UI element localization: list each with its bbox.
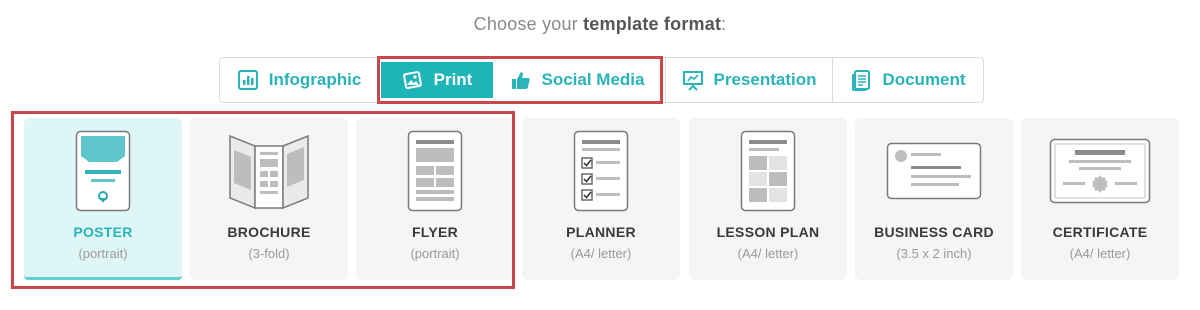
tab-presentation[interactable]: Presentation <box>665 58 832 102</box>
card-lesson-plan[interactable]: LESSON PLAN (A4/ letter) <box>689 118 847 280</box>
card-poster[interactable]: POSTER (portrait) <box>24 118 182 280</box>
card-subtitle: (3.5 x 2 inch) <box>896 246 972 261</box>
card-subtitle: (portrait) <box>410 246 460 261</box>
format-tabs: Infographic Print Social Media Presentat… <box>219 57 984 103</box>
tab-social-media-label: Social Media <box>541 70 645 89</box>
business-card-icon <box>886 142 982 200</box>
certificate-icon <box>1049 138 1151 204</box>
tab-print-label: Print <box>433 70 473 89</box>
card-subtitle: (A4/ letter) <box>737 246 799 261</box>
card-subtitle: (3-fold) <box>248 246 290 261</box>
tab-document[interactable]: Document <box>832 58 983 102</box>
card-business-card[interactable]: BUSINESS CARD (3.5 x 2 inch) <box>855 118 1013 280</box>
presentation-board-icon <box>682 71 703 91</box>
tab-print[interactable]: Print <box>381 62 493 98</box>
card-subtitle: (A4/ letter) <box>1069 246 1131 261</box>
infographic-icon <box>237 70 258 90</box>
tab-presentation-label: Presentation <box>713 70 817 89</box>
card-title: BUSINESS CARD <box>874 224 994 240</box>
tab-document-label: Document <box>882 70 966 89</box>
thumbs-up-icon <box>511 72 530 89</box>
prompt-prefix: Choose your <box>473 14 584 34</box>
card-flyer[interactable]: FLYER (portrait) <box>356 118 514 280</box>
card-planner[interactable]: PLANNER (A4/ letter) <box>522 118 680 280</box>
tab-social-media[interactable]: Social Media <box>493 58 661 102</box>
card-title: FLYER <box>411 224 459 240</box>
card-title: POSTER <box>73 224 133 240</box>
document-icon <box>852 70 871 91</box>
card-title: PLANNER <box>566 224 636 240</box>
planner-icon <box>573 130 629 212</box>
card-brochure[interactable]: BROCHURE (3-fold) <box>190 118 348 280</box>
prompt-bold: template format <box>583 14 722 34</box>
card-certificate[interactable]: CERTIFICATE (A4/ letter) <box>1021 118 1179 280</box>
card-subtitle: (A4/ letter) <box>570 246 632 261</box>
format-prompt: Choose your template format: <box>0 14 1200 35</box>
brochure-icon <box>229 134 309 210</box>
card-title: BROCHURE <box>227 224 311 240</box>
card-subtitle: (portrait) <box>78 246 128 261</box>
print-image-icon <box>402 71 422 90</box>
prompt-suffix: : <box>721 14 727 34</box>
card-title: LESSON PLAN <box>716 224 820 240</box>
poster-icon <box>75 130 131 212</box>
card-title: CERTIFICATE <box>1052 224 1148 240</box>
tab-infographic-label: Infographic <box>268 70 362 89</box>
lesson-plan-icon <box>740 130 796 212</box>
tab-infographic[interactable]: Infographic <box>220 58 378 102</box>
flyer-icon <box>407 130 463 212</box>
